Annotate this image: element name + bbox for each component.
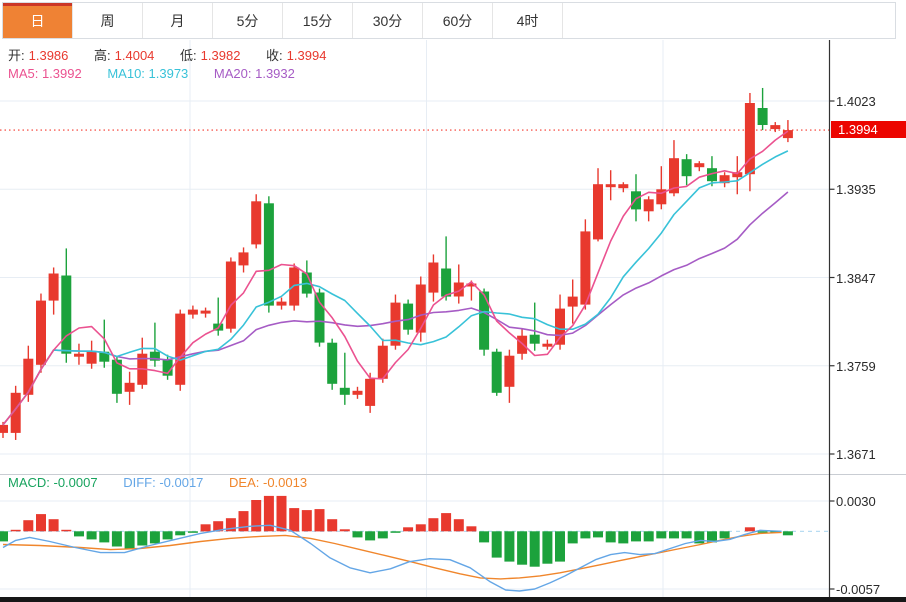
ma10-legend: MA10: 1.3973 — [107, 66, 189, 81]
tabbar-filler — [563, 3, 895, 38]
macd-histogram — [0, 495, 793, 567]
low-label: 低: — [180, 48, 197, 63]
open-label: 开: — [8, 48, 25, 63]
close-label: 收: — [266, 48, 283, 63]
diff-value-legend: DIFF: -0.0017 — [123, 475, 204, 490]
ohlc-legend: 开: 1.3986 高: 1.4004 低: 1.3982 收: 1.3994 — [8, 48, 330, 64]
macd-tick-label: 0.0030 — [836, 494, 876, 509]
macd-value-legend: MACD: -0.0007 — [8, 475, 98, 490]
low-value: 1.3982 — [200, 48, 241, 63]
open-value: 1.3986 — [28, 48, 69, 63]
tab-period-月[interactable]: 月 — [143, 3, 213, 38]
tab-period-60分[interactable]: 60分 — [423, 3, 493, 38]
tab-period-15分[interactable]: 15分 — [283, 3, 353, 38]
ma-legend: MA5: 1.3992 MA10: 1.3973 MA20: 1.3932 — [8, 66, 299, 82]
tab-period-4时[interactable]: 4时 — [493, 3, 563, 38]
bottom-border — [0, 597, 906, 602]
trading-chart-app: 日周月 5分 15分 30分 60分 4时 开: 1.3986 高: 1.4004 低: 1.3… — [0, 0, 906, 602]
tab-period-30分[interactable]: 30分 — [353, 3, 423, 38]
close-value: 1.3994 — [286, 48, 327, 63]
tab-period-周[interactable]: 周 — [73, 3, 143, 38]
current-price-tag: 1.3994 — [831, 121, 906, 138]
gridlines — [0, 40, 830, 597]
price-tick-label: 1.4023 — [836, 94, 876, 109]
ma5-legend: MA5: 1.3992 — [8, 66, 82, 81]
macd-legend: MACD: -0.0007 DIFF: -0.0017 DEA: -0.0013 — [8, 475, 311, 491]
period-tabbar: 日周月 5分 15分 30分 60分 4时 — [2, 2, 896, 39]
dea-value-legend: DEA: -0.0013 — [229, 475, 308, 490]
macd-tick-label: -0.0057 — [836, 582, 881, 597]
high-label: 高: — [94, 48, 111, 63]
price-tick-label: 1.3847 — [836, 270, 876, 286]
price-tick-label: 1.3671 — [836, 447, 876, 462]
ma20-legend: MA20: 1.3932 — [213, 66, 295, 81]
tab-period-5分[interactable]: 5分 — [213, 3, 283, 38]
price-tick-label: 1.3935 — [836, 182, 876, 198]
chart-canvas[interactable] — [0, 0, 906, 602]
candlesticks — [0, 87, 793, 440]
tab-period-日[interactable]: 日 — [3, 3, 73, 38]
price-tick-label: 1.3759 — [836, 358, 876, 374]
high-value: 1.4004 — [114, 48, 155, 63]
